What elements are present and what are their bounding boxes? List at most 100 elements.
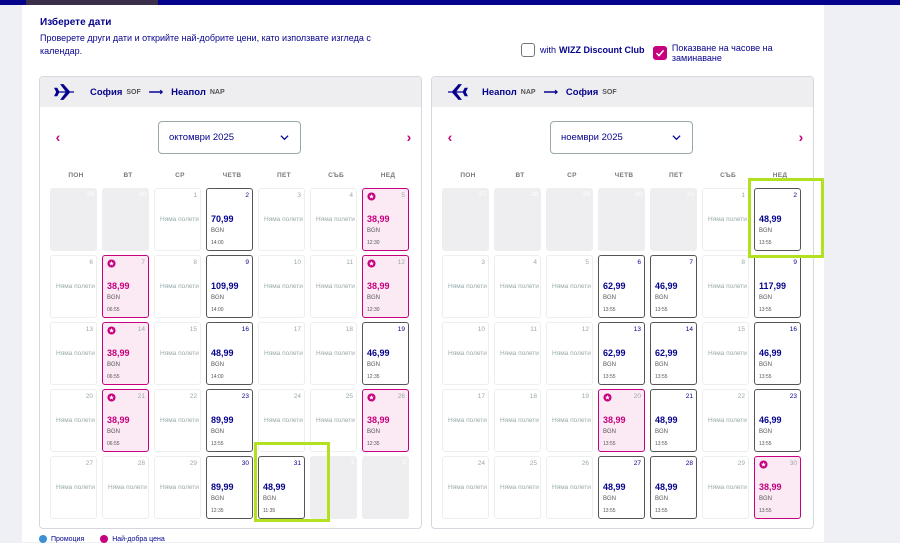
page-title: Изберете дати [40,17,112,28]
day-cell-outside: 30 [102,188,149,251]
from-code: NAP [520,88,536,96]
day-number: 2 [245,192,249,199]
month-select[interactable]: октомври 2025 [158,121,301,154]
day-cell-no-flights: 15 Няма полети [154,322,201,385]
day-cell-best-price[interactable]: 26 38,99 BGN 12:35 [362,389,409,452]
day-cell-outside: 29 [546,188,593,251]
show-times-checkbox[interactable] [653,46,667,60]
day-cell-price[interactable]: 2 70,99 BGN 14:00 [206,188,253,251]
best-price-badge-icon [367,393,376,402]
day-number: 22 [189,393,197,400]
day-cell-price[interactable]: 23 89,99 BGN 13:55 [206,389,253,452]
day-number: 28 [137,460,145,467]
day-cell-price[interactable]: 28 48,99 BGN 13:55 [650,456,697,519]
no-flights-text: Няма полети [316,417,355,424]
day-cell-price[interactable]: 9 117,99 BGN 13:55 [754,255,801,318]
day-cell-price[interactable]: 16 48,99 BGN 14:00 [206,322,253,385]
day-cell-price[interactable]: 13 62,99 BGN 13:55 [598,322,645,385]
best-price-badge-icon [107,393,116,402]
prev-month-button[interactable]: ‹ [52,130,64,144]
no-flights-text: Няма полети [160,350,199,357]
no-flights-text: Няма полети [448,283,487,290]
selected-return-highlight [748,178,824,258]
day-departure-time: 12:35 [367,374,380,380]
day-departure-time: 13:55 [759,441,772,447]
month-select[interactable]: ноември 2025 [550,121,693,154]
day-number: 20 [633,393,641,400]
no-flights-text: Няма полети [316,350,355,357]
day-cell-no-flights: 1 Няма полети [154,188,201,251]
best-price-badge-icon [107,326,116,335]
day-currency: BGN [603,295,617,301]
no-flights-text: Няма полети [500,417,539,424]
day-number: 24 [477,460,485,467]
day-currency: BGN [655,295,669,301]
day-cell-no-flights: 27 Няма полети [50,456,97,519]
no-flights-text: Няма полети [56,484,95,491]
day-departure-time: 13:55 [603,374,616,380]
day-number: 15 [189,326,197,333]
day-number: 5 [585,259,589,266]
to-city: София [565,86,599,98]
day-cell-price[interactable]: 19 46,99 BGN 12:35 [362,322,409,385]
next-month-button[interactable]: › [403,130,415,144]
day-departure-time: 13:55 [655,508,668,514]
day-departure-time: 13:55 [603,508,616,514]
no-flights-text: Няма полети [264,216,303,223]
day-number: 26 [397,393,405,400]
day-cell-no-flights: 15 Няма полети [702,322,749,385]
day-price: 38,99 [603,415,626,425]
day-cell-price[interactable]: 14 62,99 BGN 13:55 [650,322,697,385]
day-cell-no-flights: 4 Няма полети [494,255,541,318]
day-number: 27 [478,191,486,198]
week-row: 27 Няма полети 28 Няма полети 29 Няма полети 3… [50,456,421,523]
day-number: 22 [737,393,745,400]
day-cell-best-price[interactable]: 7 38,99 BGN 06:55 [102,255,149,318]
day-cell-price[interactable]: 9 109,99 BGN 14:00 [206,255,253,318]
day-cell-price[interactable]: 23 46,99 BGN 13:55 [754,389,801,452]
day-cell-best-price[interactable]: 30 38,99 BGN 13:55 [754,456,801,519]
day-currency: BGN [603,429,617,435]
day-cell-price[interactable]: 16 46,99 BGN 13:55 [754,322,801,385]
day-cell-no-flights: 18 Няма полети [310,322,357,385]
no-flights-text: Няма полети [316,283,355,290]
day-price: 46,99 [759,415,782,425]
day-currency: BGN [211,496,225,502]
day-cell-price[interactable]: 7 46,99 BGN 13:55 [650,255,697,318]
show-times-option[interactable]: Показване на часове на заминаване [653,43,824,63]
day-currency: BGN [367,295,381,301]
no-flights-text: Няма полети [264,350,303,357]
route-header: Неапол NAP ⟶ София SOF [432,77,813,107]
legend-promo: Промоция [51,535,85,543]
day-cell-no-flights: 28 Няма полети [102,456,149,519]
prev-month-button[interactable]: ‹ [444,130,456,144]
day-cell-no-flights: 22 Няма полети [154,389,201,452]
day-cell-price[interactable]: 30 89,99 BGN 12:35 [206,456,253,519]
day-cell-best-price[interactable]: 12 38,99 BGN 12:30 [362,255,409,318]
day-departure-time: 13:55 [603,307,616,313]
no-flights-text: Няма полети [552,283,591,290]
day-currency: BGN [107,362,121,368]
day-cell-price[interactable]: 21 48,99 BGN 13:55 [650,389,697,452]
day-cell-best-price[interactable]: 20 38,99 BGN 13:55 [598,389,645,452]
day-cell-best-price[interactable]: 14 38,99 BGN 06:55 [102,322,149,385]
day-cell-price[interactable]: 6 62,99 BGN 13:55 [598,255,645,318]
day-cell-best-price[interactable]: 21 38,99 BGN 06:55 [102,389,149,452]
day-currency: BGN [603,496,617,502]
day-price: 38,99 [759,482,782,492]
day-cell-price[interactable]: 27 48,99 BGN 13:55 [598,456,645,519]
day-number: 18 [529,393,537,400]
to-code: SOF [602,88,617,96]
day-cell-best-price[interactable]: 5 38,99 BGN 12:30 [362,188,409,251]
day-cell-no-flights: 8 Няма полети [154,255,201,318]
discount-club-checkbox[interactable] [521,43,535,57]
day-cell-outside: 28 [494,188,541,251]
to-code: NAP [209,88,225,96]
day-number: 4 [533,259,537,266]
plane-icon [54,84,74,100]
day-number: 4 [349,192,353,199]
no-flights-text: Няма полети [552,350,591,357]
next-month-button[interactable]: › [795,130,807,144]
discount-club-option[interactable]: with WIZZ Discount Club [521,43,648,57]
day-cell-no-flights: 8 Няма полети [702,255,749,318]
